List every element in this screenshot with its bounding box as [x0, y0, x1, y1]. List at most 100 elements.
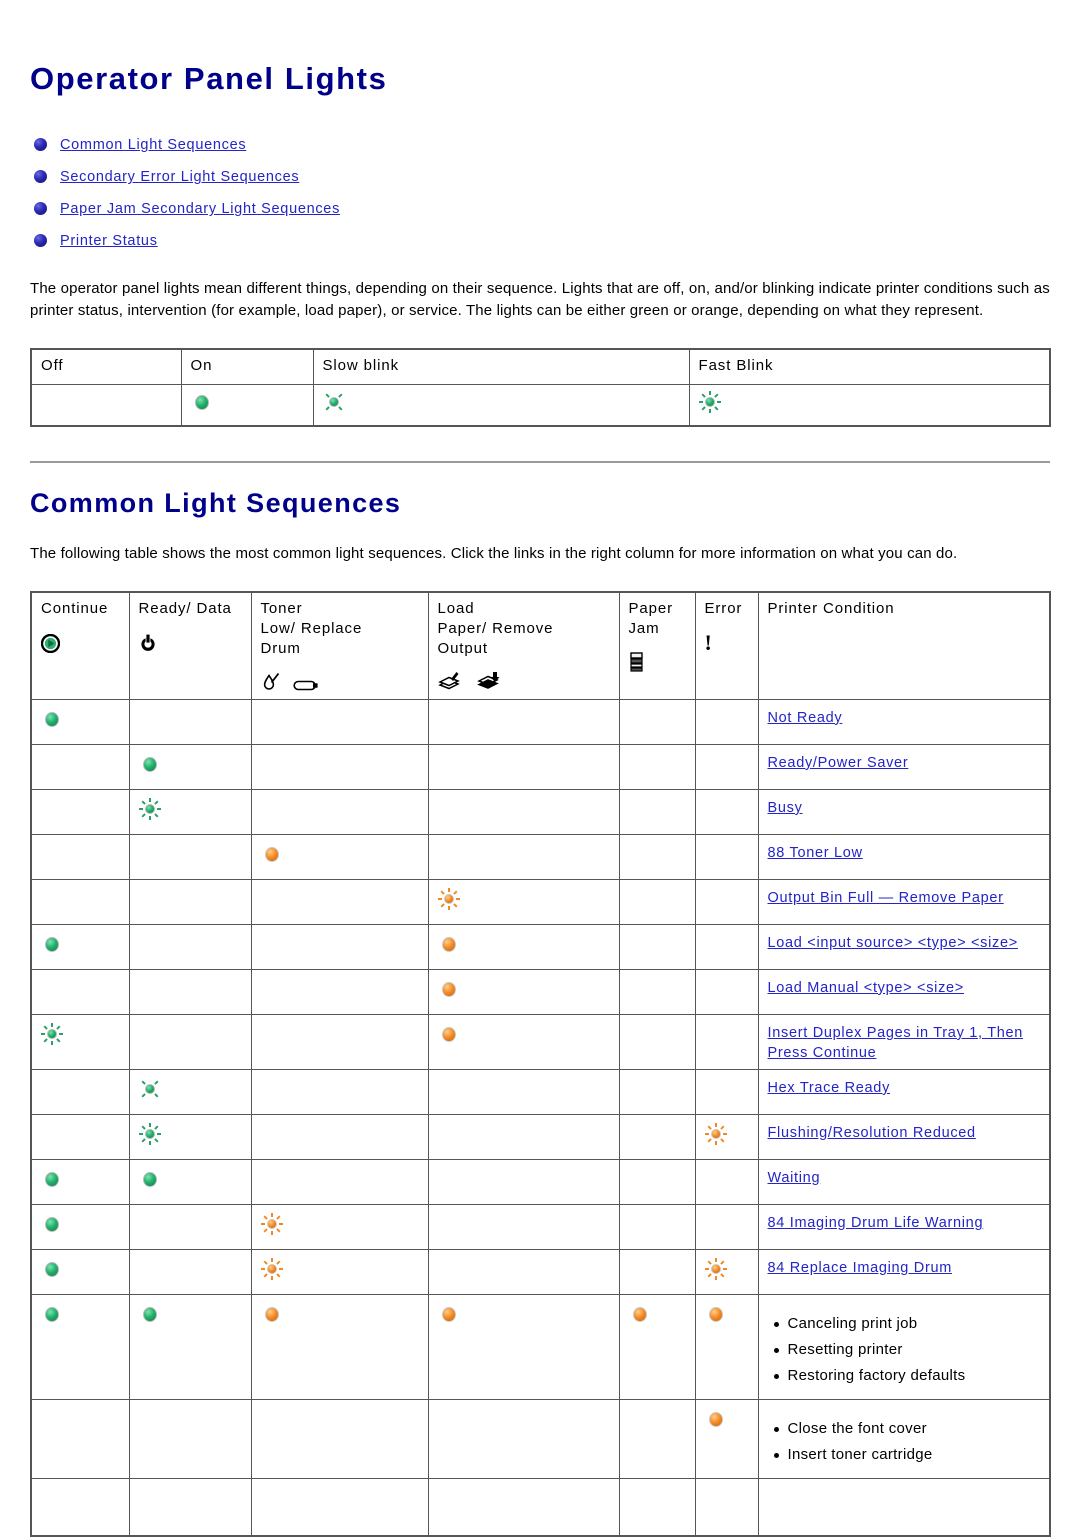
orange-on-light-icon — [438, 1023, 460, 1045]
legend-sample-fast-blink — [688, 384, 1051, 427]
toner-cartridge-icon — [292, 677, 321, 693]
light-cell — [250, 1293, 429, 1400]
printer-condition-link[interactable]: 88 Toner Low — [768, 845, 863, 861]
table-row: Insert Duplex Pages in Tray 1, Then Pres… — [30, 1013, 1051, 1070]
green-fast-light-icon — [41, 1022, 63, 1045]
light-cell — [427, 1477, 620, 1537]
legend-header-slow-blink: Slow blink — [312, 348, 690, 386]
orange-fast-light-icon — [705, 1122, 727, 1145]
light-cell — [250, 878, 429, 925]
printer-condition-list: Close the font cover Insert toner cartrid… — [768, 1416, 1042, 1468]
printer-condition-link[interactable]: Load <input source> <type> <size> — [768, 935, 1018, 951]
document-page: Operator Panel Lights Common Light Seque… — [0, 0, 1080, 1537]
light-cell — [128, 1293, 252, 1400]
printer-condition-link[interactable]: 84 Imaging Drum Life Warning — [768, 1215, 984, 1231]
light-cell — [694, 1203, 759, 1250]
toner-drop-slash-icon — [261, 669, 283, 693]
column-header-error-label: Error — [704, 599, 743, 617]
legend-header-row: Off On Slow blink Fast Blink — [30, 348, 1051, 386]
list-item: Restoring factory defaults — [773, 1363, 1042, 1389]
light-cell — [250, 833, 429, 880]
printer-condition-link[interactable]: Ready/Power Saver — [768, 755, 909, 771]
printer-condition-cell: Canceling print job Resetting printer Rest… — [757, 1293, 1051, 1400]
printer-condition-link[interactable]: Waiting — [768, 1170, 821, 1186]
toc-link-secondary-error-light-sequences[interactable]: Secondary Error Light Sequences — [60, 169, 299, 185]
light-cell — [128, 743, 252, 790]
orange-on-light-icon — [261, 1303, 283, 1325]
intro-paragraph: The operator panel lights mean different… — [30, 280, 1050, 320]
table-row: Canceling print job Resetting printer Rest… — [30, 1293, 1051, 1400]
power-icon — [139, 634, 157, 653]
light-cell — [427, 1113, 620, 1160]
toc-link-printer-status[interactable]: Printer Status — [60, 233, 158, 249]
printer-condition-list: Canceling print job Resetting printer Rest… — [768, 1311, 1042, 1389]
printer-condition-link[interactable]: Output Bin Full — Remove Paper — [768, 890, 1004, 906]
printer-condition-cell: Output Bin Full — Remove Paper — [757, 878, 1051, 925]
light-cell — [128, 1248, 252, 1295]
column-header-ready-data: Ready/ Data — [128, 591, 252, 700]
light-cell — [618, 923, 696, 970]
printer-condition-link[interactable]: 84 Replace Imaging Drum — [768, 1260, 953, 1276]
toc-link-paper-jam-secondary-light-sequences[interactable]: Paper Jam Secondary Light Sequences — [60, 201, 340, 217]
light-cell — [250, 1158, 429, 1205]
light-cell — [250, 923, 429, 970]
printer-condition-cell: Load Manual <type> <size> — [757, 968, 1051, 1015]
light-cell — [427, 1293, 620, 1400]
column-header-printer-condition-label: Printer Condition — [767, 599, 895, 617]
legend-sample-row — [30, 384, 1051, 427]
printer-condition-cell: Not Ready — [757, 698, 1051, 745]
light-cell — [694, 1398, 759, 1479]
light-cell — [128, 698, 252, 745]
toc-item[interactable]: Paper Jam Secondary Light Sequences — [30, 200, 1050, 218]
list-item: Canceling print job — [773, 1311, 1042, 1337]
orange-on-light-icon — [705, 1303, 727, 1325]
light-cell — [250, 1477, 429, 1537]
printer-condition-cell: 84 Replace Imaging Drum — [757, 1248, 1051, 1295]
printer-condition-link[interactable]: Load Manual <type> <size> — [768, 980, 964, 996]
light-cell — [694, 833, 759, 880]
printer-condition-cell: Insert Duplex Pages in Tray 1, Then Pres… — [757, 1013, 1051, 1070]
printer-condition-link[interactable]: Insert Duplex Pages in Tray 1, Then Pres… — [768, 1025, 1024, 1061]
printer-condition-cell: Close the font cover Insert toner cartrid… — [757, 1398, 1051, 1479]
toc-item[interactable]: Secondary Error Light Sequences — [30, 168, 1050, 186]
light-cell — [30, 788, 130, 835]
orange-fast-light-icon — [705, 1257, 727, 1280]
light-cell — [618, 698, 696, 745]
bullet-ball-icon — [34, 138, 47, 152]
column-header-toner: Toner Low/ Replace Drum — [250, 591, 429, 700]
light-cell — [618, 788, 696, 835]
paper-jam-header-icon-group — [629, 647, 687, 673]
light-cell — [694, 743, 759, 790]
table-row: Busy — [30, 788, 1051, 835]
light-cell — [250, 1248, 429, 1295]
orange-on-light-icon — [261, 843, 283, 865]
printer-condition-link[interactable]: Flushing/Resolution Reduced — [768, 1125, 976, 1141]
light-cell — [30, 1113, 130, 1160]
light-cell — [427, 1013, 620, 1070]
green-on-light-icon — [41, 708, 63, 730]
light-cell — [694, 923, 759, 970]
table-row — [30, 1477, 1051, 1537]
light-cell — [128, 968, 252, 1015]
orange-on-light-icon — [438, 933, 460, 955]
light-cell — [618, 1013, 696, 1070]
light-cell — [757, 1477, 1051, 1537]
printer-condition-link[interactable]: Hex Trace Ready — [768, 1080, 891, 1096]
table-row: 88 Toner Low — [30, 833, 1051, 880]
light-cell — [618, 878, 696, 925]
toc-item[interactable]: Common Light Sequences — [30, 136, 1050, 154]
printer-condition-link[interactable]: Not Ready — [768, 710, 843, 726]
light-cell — [618, 1248, 696, 1295]
printer-condition-link[interactable]: Busy — [768, 800, 803, 816]
column-header-paper-jam: Paper Jam — [618, 591, 696, 700]
table-of-contents: Common Light Sequences Secondary Error L… — [30, 136, 1050, 250]
table-row: Flushing/Resolution Reduced — [30, 1113, 1051, 1160]
light-cell — [30, 1293, 130, 1400]
toc-link-common-light-sequences[interactable]: Common Light Sequences — [60, 137, 246, 153]
table-row: 84 Replace Imaging Drum — [30, 1248, 1051, 1295]
table-row: Waiting — [30, 1158, 1051, 1205]
load-paper-header-icon-group — [437, 667, 611, 693]
green-fast-light-icon — [139, 797, 161, 820]
light-cell — [128, 788, 252, 835]
toc-item[interactable]: Printer Status — [30, 232, 1050, 250]
